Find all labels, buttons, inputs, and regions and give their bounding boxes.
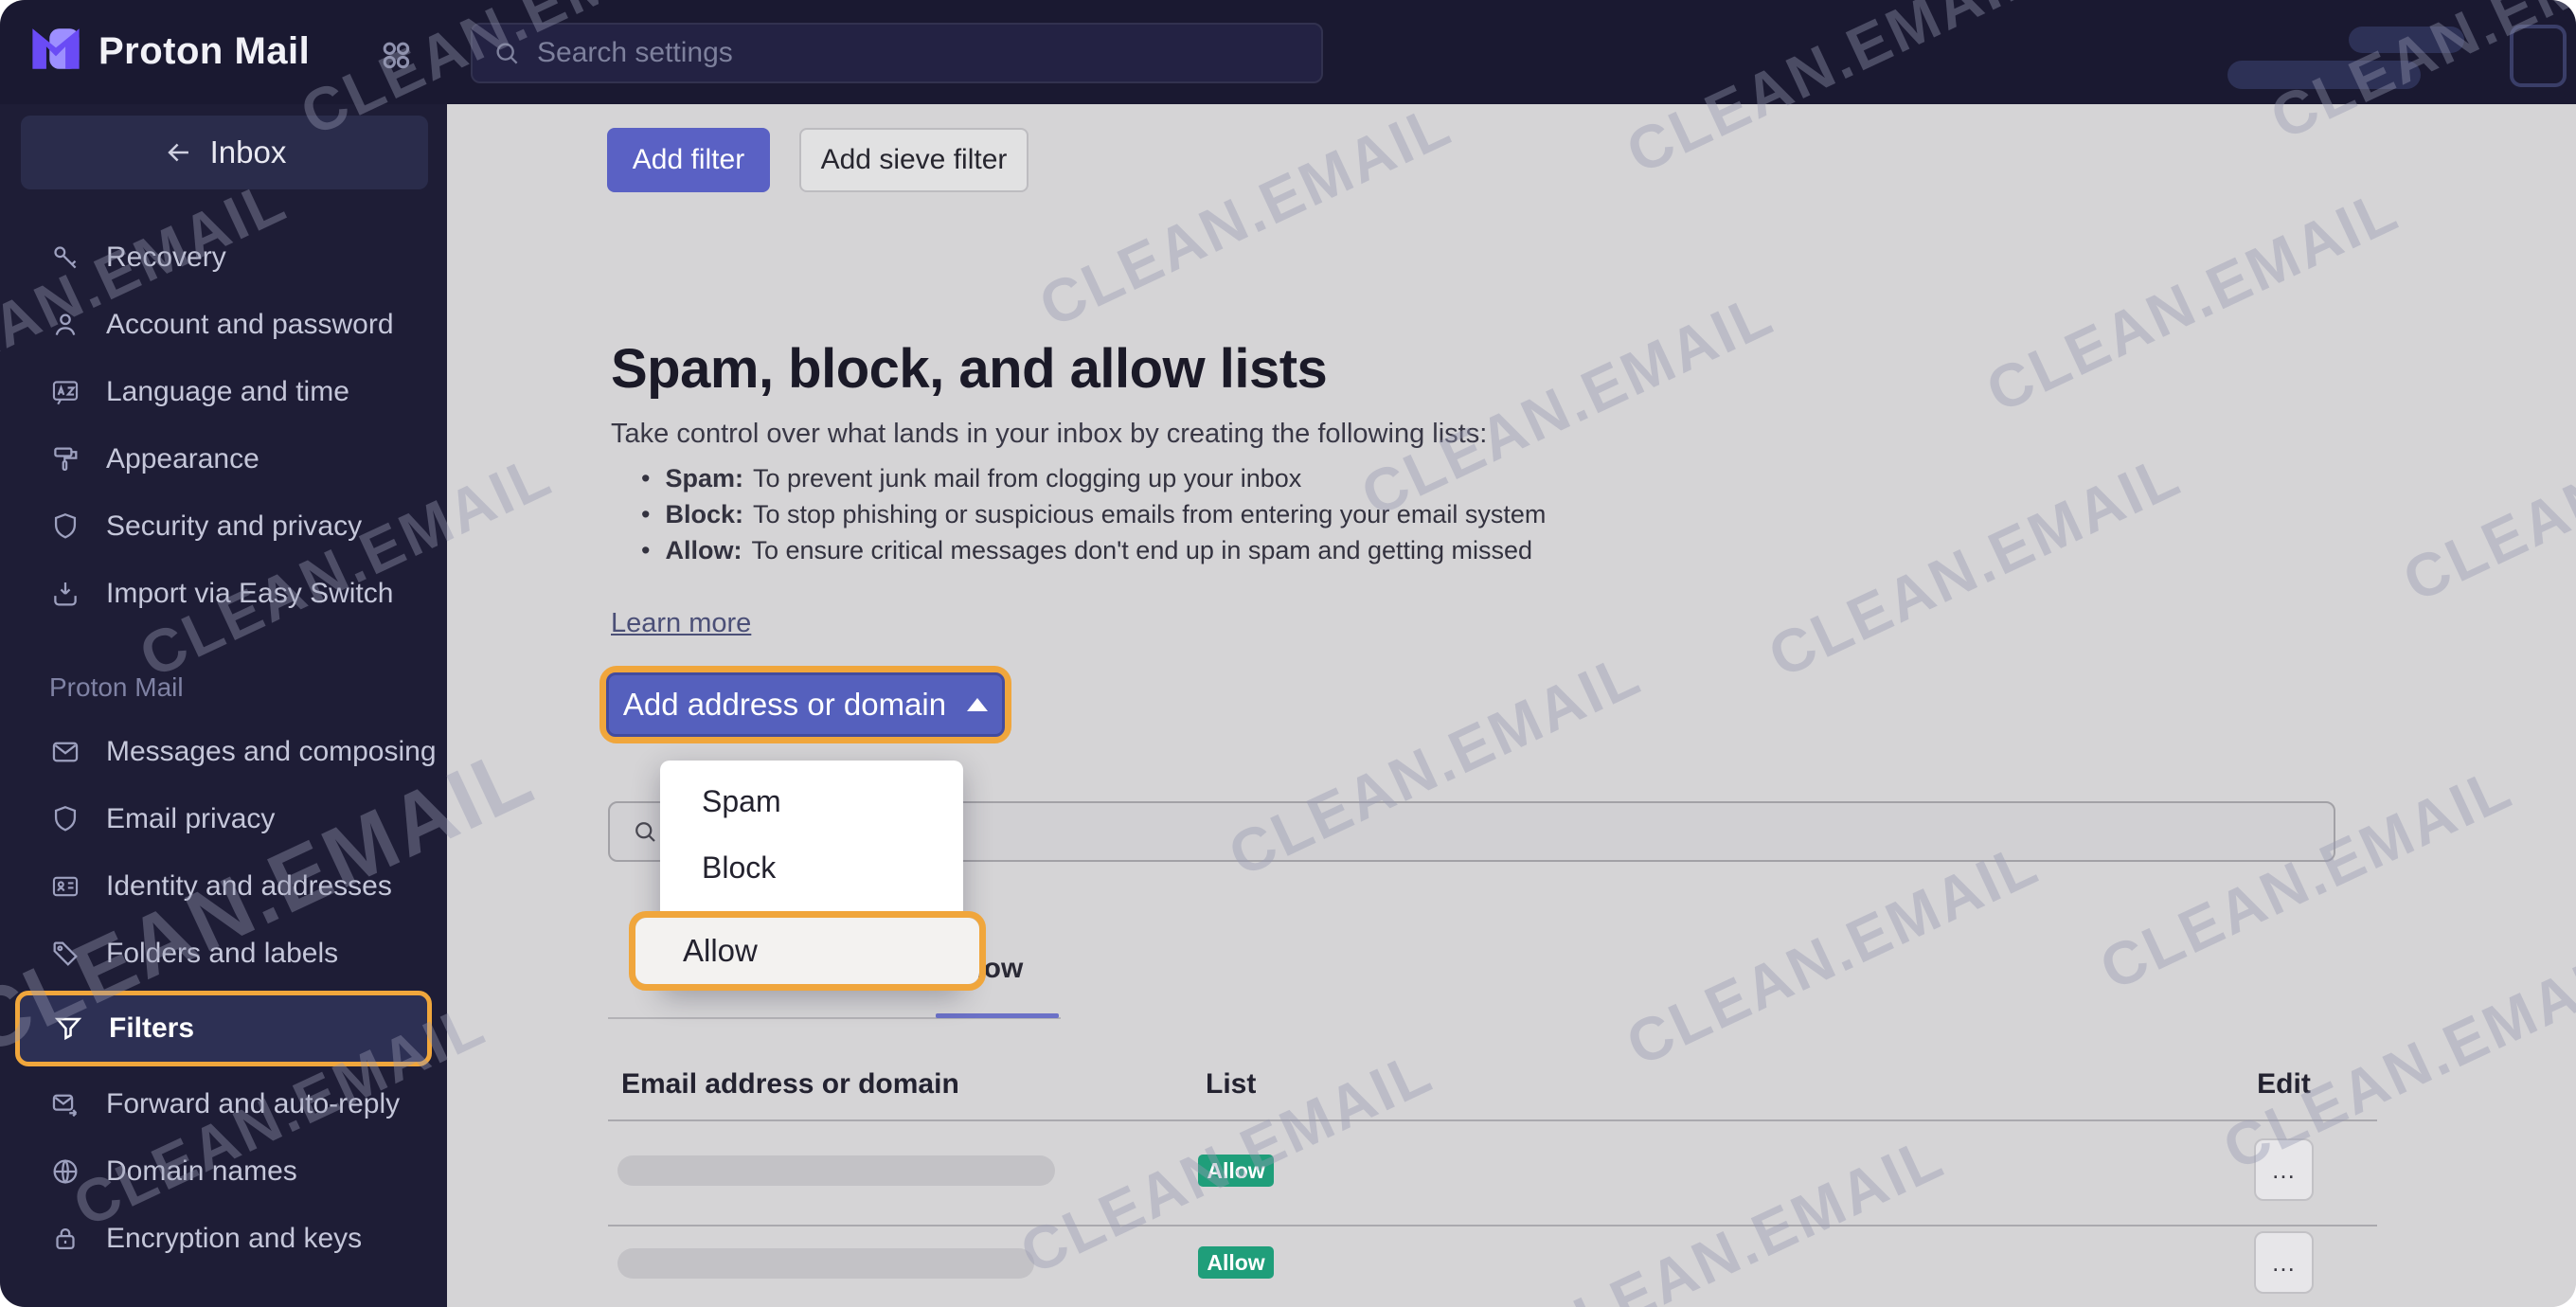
add-filter-button[interactable]: Add filter — [607, 128, 770, 192]
settings-search-bar — [471, 23, 1323, 83]
sidebar-item-label: Security and privacy — [106, 510, 363, 542]
add-sieve-filter-button[interactable]: Add sieve filter — [799, 128, 1029, 192]
sidebar-item-label: Domain names — [106, 1155, 297, 1187]
arrow-left-icon — [167, 143, 188, 162]
app-switcher-icon[interactable] — [371, 30, 420, 80]
bullet-label: Spam: — [665, 463, 743, 492]
dropdown-item-spam[interactable]: Spam — [660, 774, 963, 829]
lock-icon — [49, 1223, 81, 1255]
row-edit-button[interactable]: ... — [2254, 1231, 2314, 1294]
sidebar-item-encryption-and-keys[interactable]: Encryption and keys — [0, 1205, 447, 1272]
sidebar-item-identity-and-addresses[interactable]: Identity and addresses — [0, 852, 447, 920]
column-header-email: Email address or domain — [621, 1068, 959, 1100]
avatar[interactable] — [2510, 25, 2567, 87]
sidebar-item-label: Folders and labels — [106, 937, 339, 969]
redacted-email-placeholder — [617, 1248, 1034, 1279]
brand-logo: Proton Mail — [30, 27, 310, 76]
search-settings-input[interactable] — [535, 36, 1302, 70]
highlight-ring: Allow — [629, 911, 986, 991]
highlight-ring: Add address or domain — [599, 666, 1011, 743]
add-address-or-domain-label: Add address or domain — [622, 687, 947, 722]
sidebar-item-forward-and-auto-reply[interactable]: Forward and auto-reply — [0, 1070, 447, 1137]
bullet-text: To stop phishing or suspicious emails fr… — [752, 499, 1547, 528]
shield-icon — [49, 803, 81, 835]
filter-funnel-icon — [52, 1012, 84, 1045]
settings-sidebar: Inbox Recovery Account and password Lang… — [0, 104, 447, 1307]
search-icon — [496, 43, 518, 64]
sidebar-item-folders-and-labels[interactable]: Folders and labels — [0, 920, 447, 987]
globe-icon — [49, 1155, 81, 1188]
sidebar-item-label: Recovery — [106, 241, 226, 273]
table-divider — [608, 1119, 2377, 1121]
sidebar-item-language-and-time[interactable]: Language and time — [0, 358, 447, 425]
sidebar-item-messages-and-composing[interactable]: Messages and composing — [0, 718, 447, 785]
add-address-or-domain-button[interactable]: Add address or domain — [606, 672, 1005, 737]
paint-roller-icon — [49, 443, 81, 475]
dropdown-item-block[interactable]: Block — [660, 840, 963, 895]
import-icon — [49, 578, 81, 610]
topbar: Proton Mail — [0, 0, 2576, 104]
sidebar-item-account-and-password[interactable]: Account and password — [0, 291, 447, 358]
tag-icon — [49, 938, 81, 970]
column-header-edit: Edit — [2257, 1068, 2311, 1100]
shield-icon — [49, 510, 81, 543]
sidebar-item-label: Messages and composing — [106, 735, 437, 767]
bullet-label: Block: — [665, 499, 743, 528]
chevron-up-icon — [967, 698, 989, 711]
back-to-inbox-button[interactable]: Inbox — [21, 116, 428, 189]
search-icon — [635, 822, 655, 842]
sidebar-item-label: Filters — [109, 1012, 195, 1044]
bullet-text: To ensure critical messages don't end up… — [751, 535, 1533, 564]
sidebar-item-label: Import via Easy Switch — [106, 577, 394, 609]
filters-settings-panel: Add filter Add sieve filter Spam, block,… — [447, 104, 2576, 1307]
redacted-account-text — [2349, 27, 2464, 53]
learn-more-link[interactable]: Learn more — [611, 608, 751, 639]
sidebar-item-domain-names[interactable]: Domain names — [0, 1137, 447, 1205]
bullet-text: To prevent junk mail from clogging up yo… — [752, 463, 1302, 492]
back-to-inbox-label: Inbox — [209, 134, 287, 170]
redacted-email-placeholder — [617, 1155, 1055, 1186]
sidebar-item-label: Account and password — [106, 308, 394, 340]
sidebar-item-label: Encryption and keys — [106, 1222, 363, 1254]
bullet-block: Block: To stop phishing or suspicious em… — [641, 496, 1546, 532]
row-edit-button[interactable]: ... — [2254, 1138, 2314, 1201]
envelope-forward-icon — [49, 1088, 81, 1120]
sidebar-item-appearance[interactable]: Appearance — [0, 425, 447, 492]
sidebar-item-label: Email privacy — [106, 802, 276, 834]
bullet-allow: Allow: To ensure critical messages don't… — [641, 532, 1546, 568]
language-icon — [49, 376, 81, 408]
sidebar-item-label: Language and time — [106, 375, 349, 407]
dropdown-item-allow[interactable]: Allow — [635, 918, 979, 984]
redacted-account-text — [2227, 61, 2421, 89]
active-tab-indicator — [936, 1013, 1059, 1018]
allow-list-table: Email address or domain List Edit Allow … — [608, 1061, 2377, 1307]
user-icon — [49, 309, 81, 341]
table-divider — [608, 1225, 2377, 1226]
proton-mail-logo-icon — [30, 27, 81, 76]
section-intro: Take control over what lands in your inb… — [611, 419, 1488, 449]
bullet-label: Allow: — [665, 535, 742, 564]
bullet-spam: Spam: To prevent junk mail from clogging… — [641, 460, 1546, 496]
sidebar-item-recovery[interactable]: Recovery — [0, 224, 447, 291]
column-header-list: List — [1206, 1068, 1257, 1100]
list-badge: Allow — [1198, 1246, 1274, 1279]
sidebar-item-security-and-privacy[interactable]: Security and privacy — [0, 492, 447, 560]
id-card-icon — [49, 870, 81, 903]
sidebar-item-label: Forward and auto-reply — [106, 1087, 401, 1119]
sidebar-section-header: Proton Mail — [49, 672, 184, 702]
proton-mail-settings-window: Proton Mail Inbox Recovery — [0, 0, 2576, 1307]
key-icon — [49, 242, 81, 274]
sidebar-item-filters[interactable]: Filters — [15, 991, 432, 1066]
list-badge: Allow — [1198, 1155, 1274, 1187]
sidebar-nav: Recovery Account and password Language a… — [0, 224, 447, 1272]
sidebar-item-label: Identity and addresses — [106, 869, 392, 902]
envelope-icon — [49, 736, 81, 768]
brand-name: Proton Mail — [98, 29, 311, 72]
sidebar-item-label: Appearance — [106, 442, 259, 474]
sidebar-item-email-privacy[interactable]: Email privacy — [0, 785, 447, 852]
list-type-bullets: Spam: To prevent junk mail from clogging… — [641, 460, 1546, 568]
page-title: Spam, block, and allow lists — [611, 338, 1328, 400]
sidebar-item-import-easy-switch[interactable]: Import via Easy Switch — [0, 560, 447, 627]
